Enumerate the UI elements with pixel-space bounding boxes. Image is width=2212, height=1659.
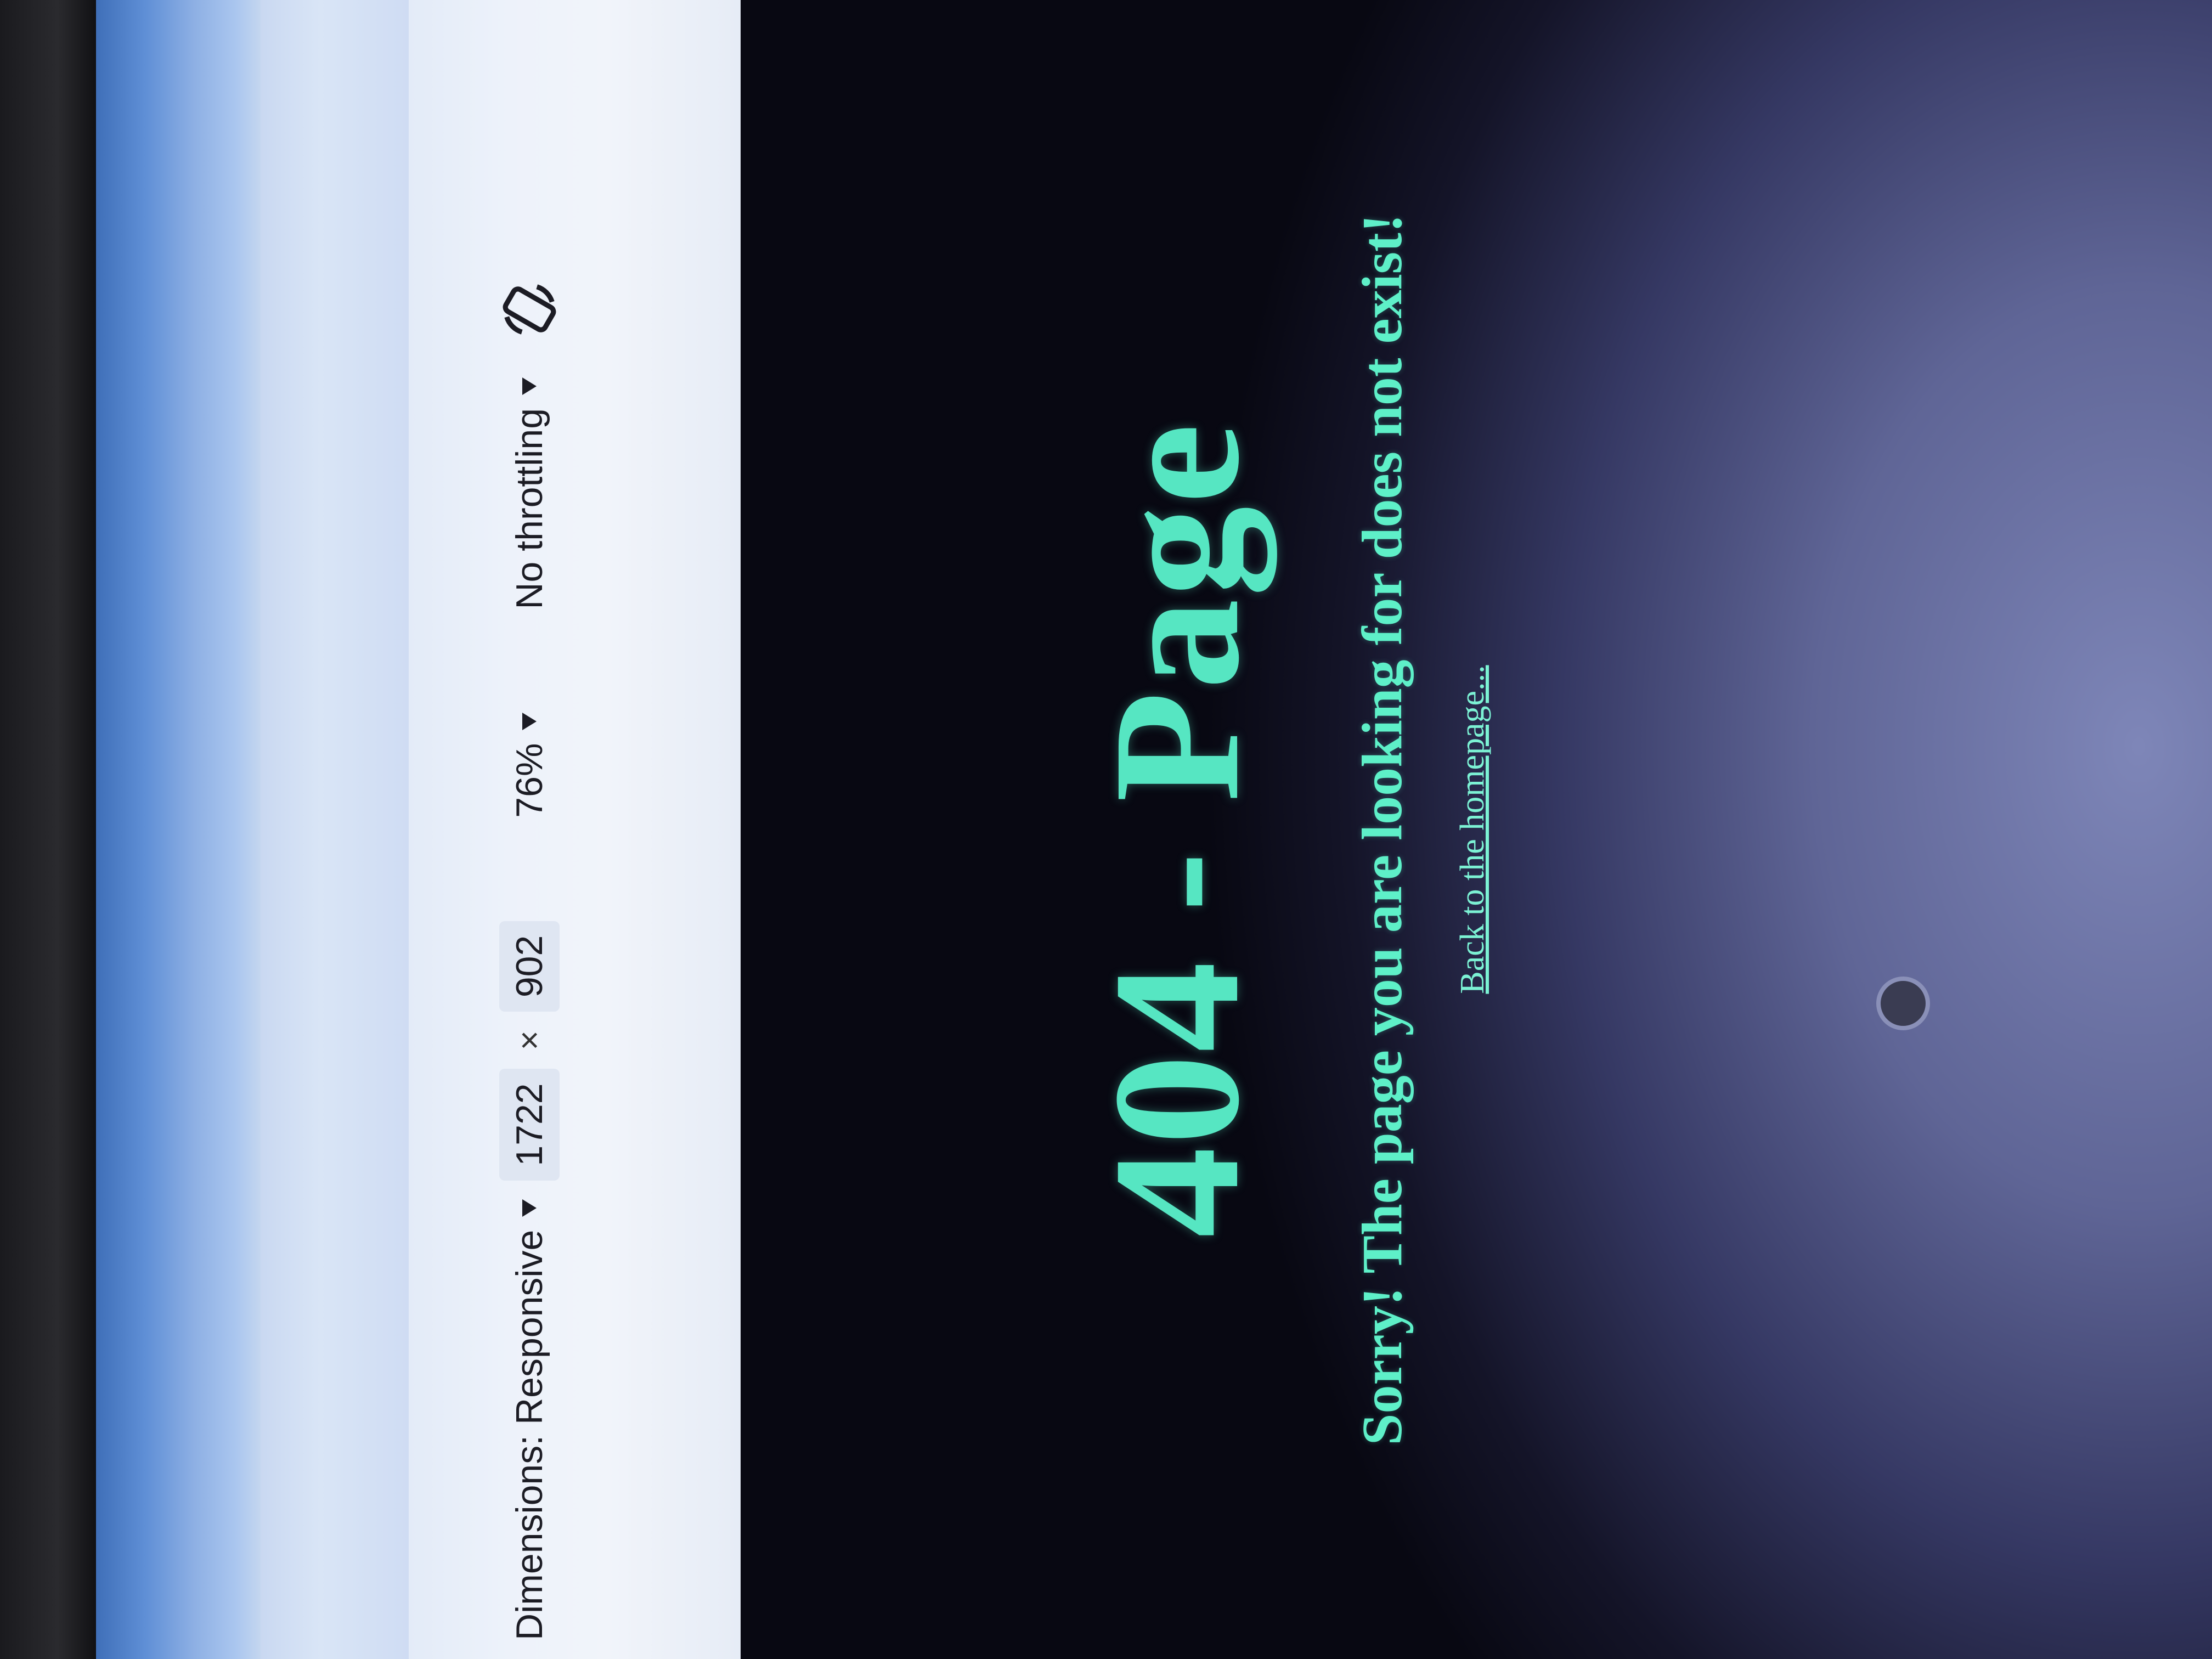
dimensions-dropdown[interactable]: Dimensions: Responsive: [508, 1230, 551, 1640]
mouse-cursor-icon: [1876, 977, 1930, 1030]
throttling-dropdown[interactable]: No throttling: [508, 408, 551, 610]
throttling-caret-icon[interactable]: [522, 377, 537, 395]
error-message: Sorry! The page you are looking for does…: [1351, 213, 1414, 1446]
monitor-bezel: [0, 0, 96, 1659]
page-viewport: 404 - Page Sorry! The page you are looki…: [741, 0, 2212, 1659]
rotate-device-icon-svg: [503, 284, 556, 335]
monitor-screen: Dimensions: Responsive 1722 × 902 76% No…: [96, 0, 2212, 1659]
browser-tab-strip: [96, 0, 261, 1659]
times-sign: ×: [510, 1030, 549, 1051]
device-toolbar-content: Dimensions: Responsive 1722 × 902 76% No…: [447, 49, 612, 1640]
error-page-content: 404 - Page Sorry! The page you are looki…: [1076, 116, 1854, 1543]
browser-address-area: [261, 0, 409, 1659]
rotate-device-icon[interactable]: [496, 276, 562, 342]
back-to-homepage-link[interactable]: Back to the homepage...: [1453, 665, 1492, 994]
zoom-dropdown[interactable]: 76%: [508, 743, 551, 818]
zoom-caret-icon[interactable]: [522, 712, 537, 730]
device-toolbar: Dimensions: Responsive 1722 × 902 76% No…: [409, 0, 979, 1659]
width-input[interactable]: 1722: [499, 1069, 560, 1181]
error-heading: 404 - Page: [1076, 421, 1277, 1238]
dimensions-caret-icon[interactable]: [522, 1199, 537, 1217]
height-input[interactable]: 902: [499, 921, 560, 1012]
photo-scene: Dimensions: Responsive 1722 × 902 76% No…: [0, 0, 2212, 1659]
